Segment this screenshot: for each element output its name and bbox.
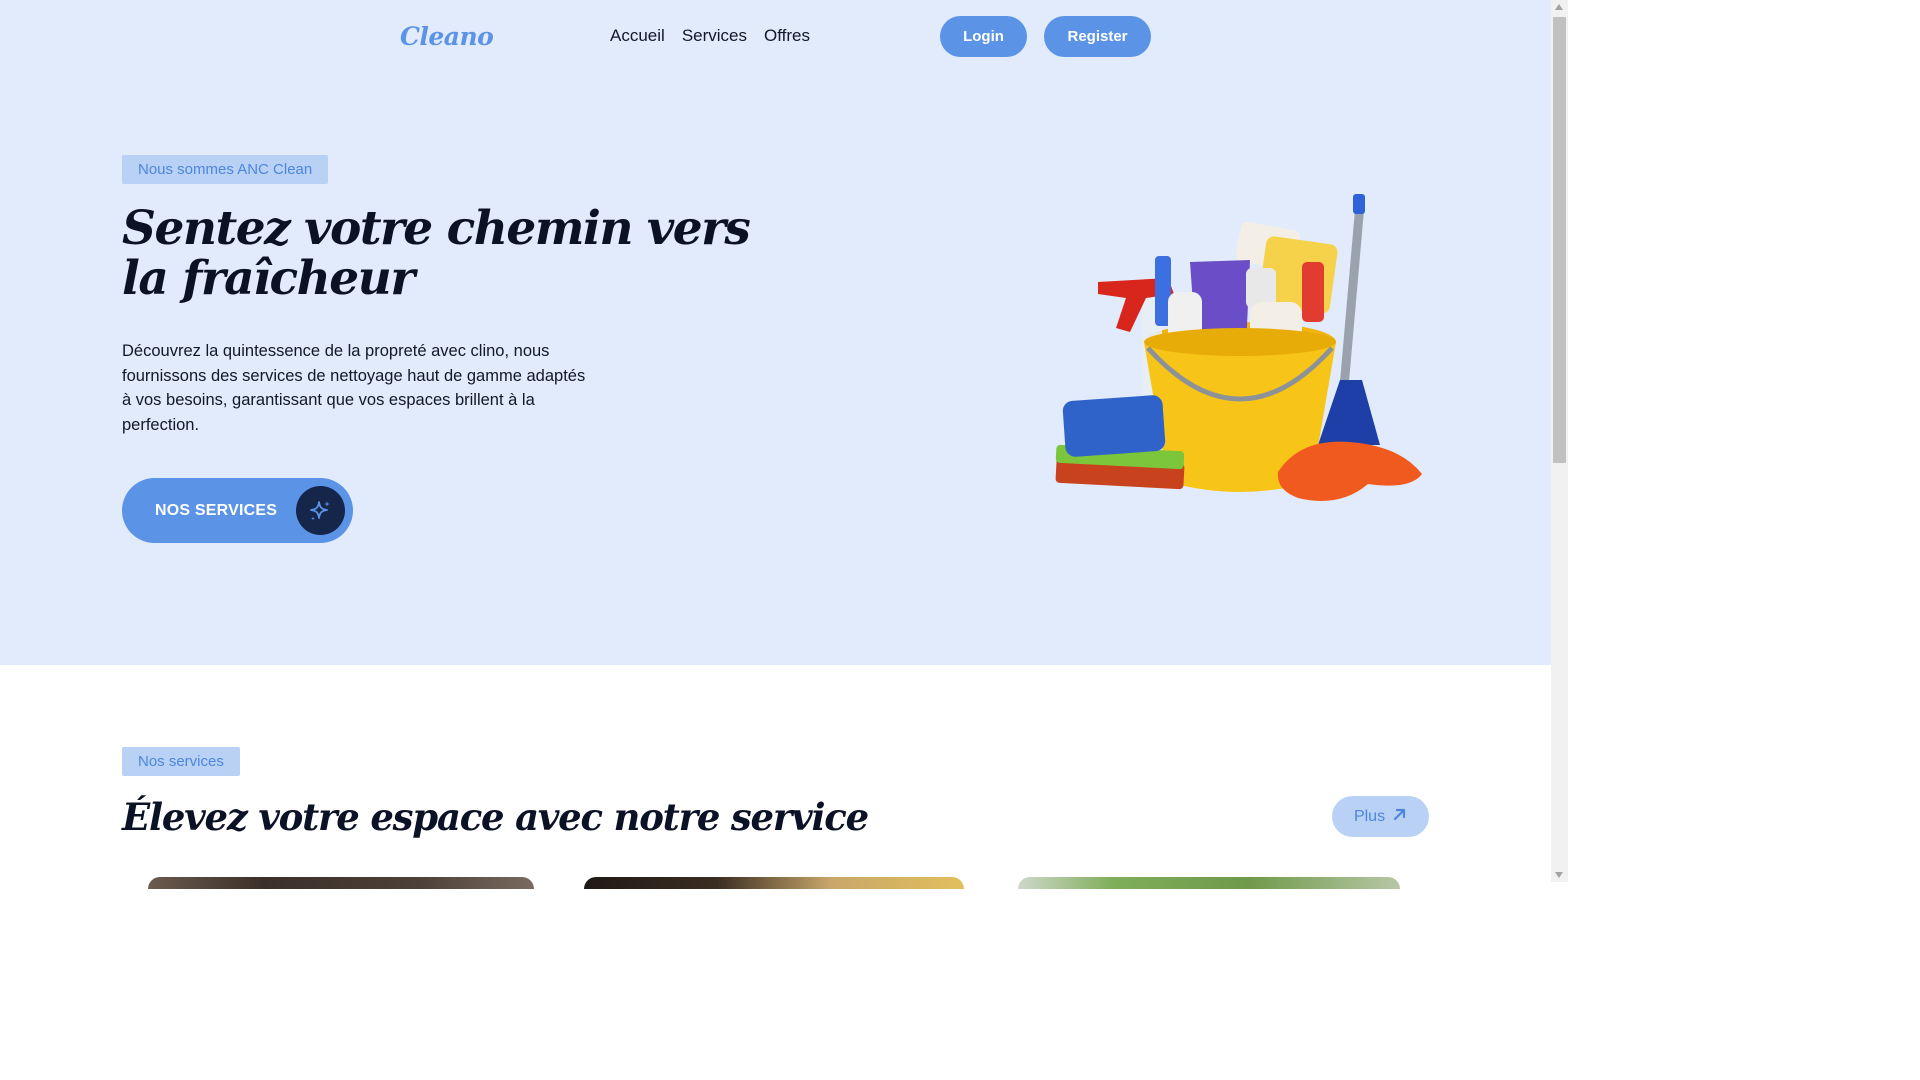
nav-link-services[interactable]: Services: [682, 26, 747, 46]
main-nav: Accueil Services Offres: [610, 26, 810, 46]
vertical-scrollbar[interactable]: [1551, 0, 1568, 882]
scrollbar-thumb[interactable]: [1553, 17, 1566, 463]
more-services-button[interactable]: Plus: [1332, 796, 1429, 837]
hero-tag: Nous sommes ANC Clean: [122, 155, 329, 184]
hero-title: Sentez votre chemin vers la fraîcheur: [122, 201, 751, 306]
service-card-image[interactable]: [148, 877, 534, 889]
service-card-image[interactable]: [584, 877, 964, 889]
scroll-up-arrow-icon[interactable]: [1555, 4, 1563, 10]
nav-link-accueil[interactable]: Accueil: [610, 26, 665, 46]
sparkle-icon: [296, 486, 345, 535]
more-label: Plus: [1353, 807, 1386, 825]
cta-label: NOS SERVICES: [155, 501, 278, 519]
login-button[interactable]: Login: [940, 16, 1027, 57]
register-button[interactable]: Register: [1044, 16, 1151, 57]
site-logo[interactable]: Cleano: [400, 22, 494, 51]
arrow-up-right-icon: [1392, 807, 1407, 827]
nav-link-offres[interactable]: Offres: [764, 26, 810, 46]
service-card-image[interactable]: [1018, 877, 1400, 889]
scroll-down-arrow-icon[interactable]: [1555, 872, 1563, 878]
nos-services-button[interactable]: NOS SERVICES: [122, 478, 353, 543]
cleaning-supplies-illustration: [1050, 190, 1430, 510]
services-title: Élevez votre espace avec notre service: [122, 795, 869, 839]
services-tag: Nos services: [122, 747, 240, 776]
hero-description: Découvrez la quintessence de la propreté…: [122, 342, 586, 434]
